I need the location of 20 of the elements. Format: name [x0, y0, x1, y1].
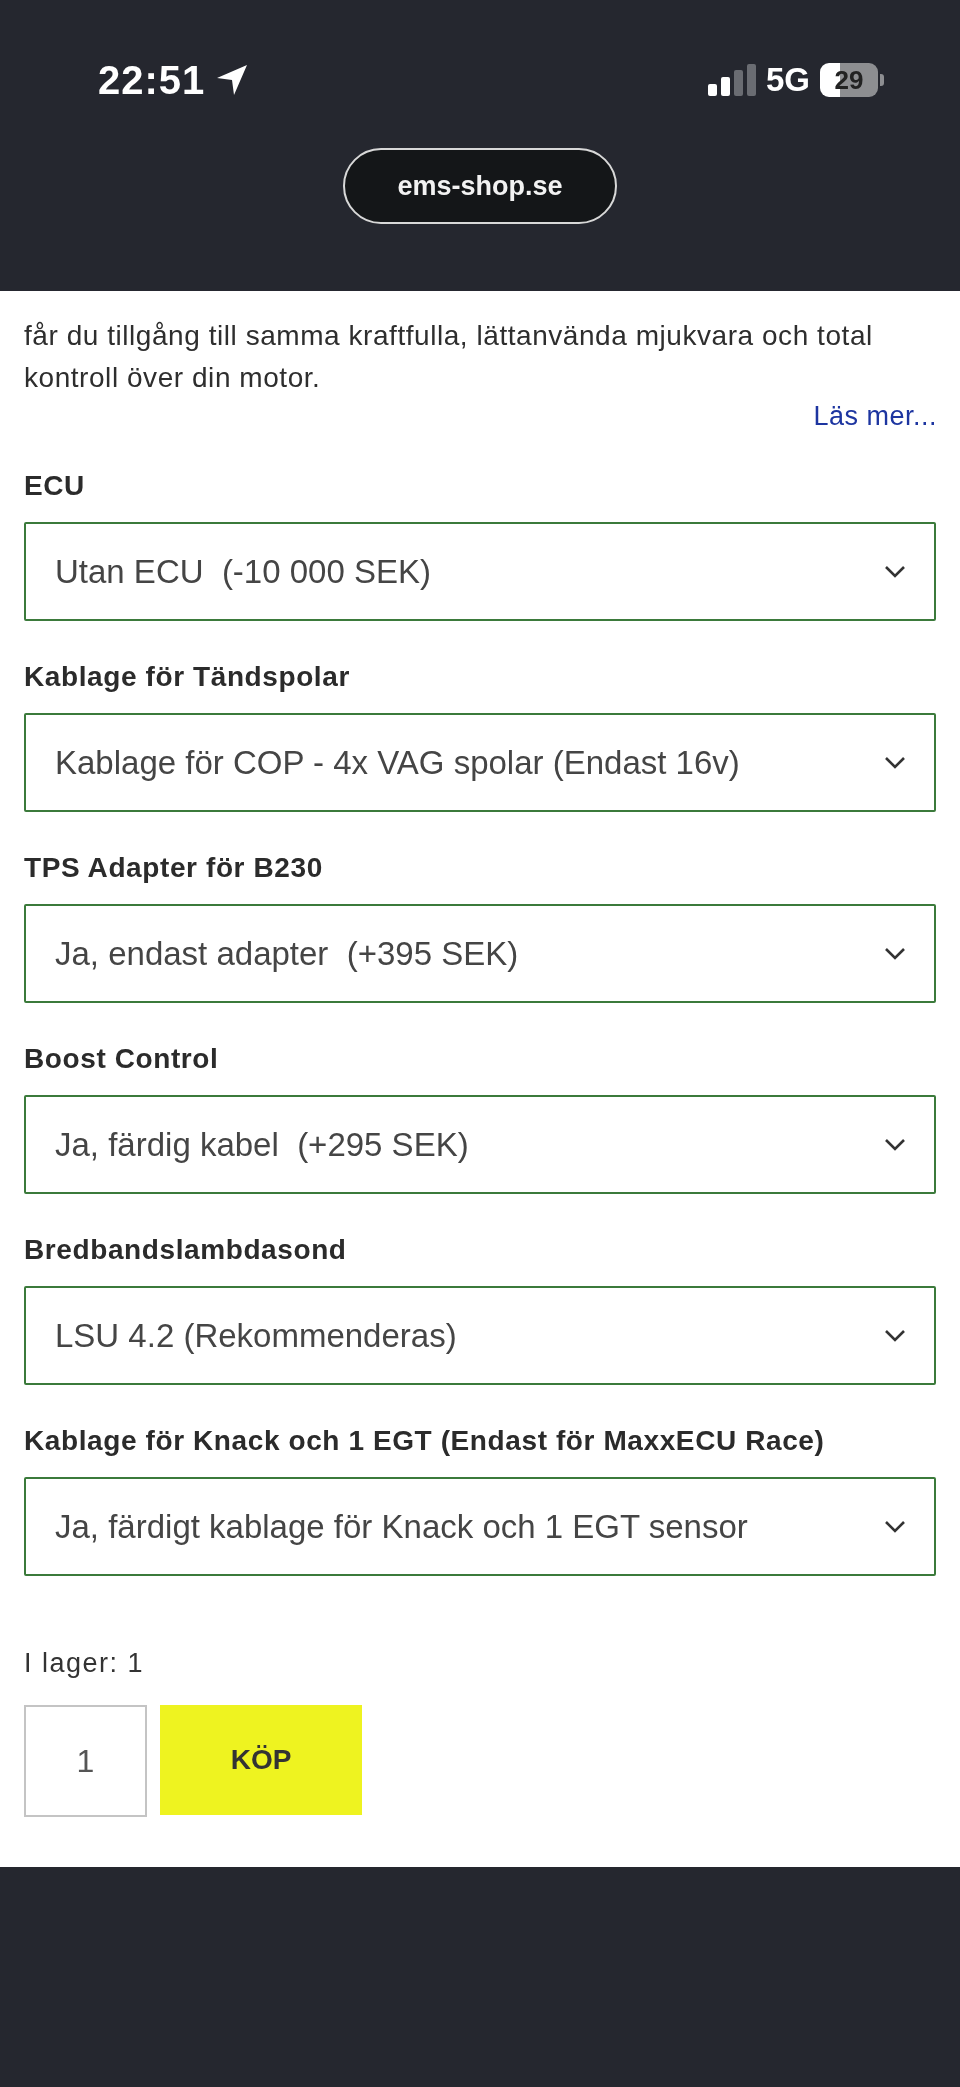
- read-more-link[interactable]: Läs mer...: [813, 401, 937, 432]
- dropdown[interactable]: Kablage för COP - 4x VAG spolar (Endast 16v): [24, 713, 936, 812]
- url-bar[interactable]: ems-shop.se: [343, 148, 617, 224]
- network-label: 5G: [765, 61, 810, 99]
- dropdown[interactable]: Ja, färdig kabel (+295 SEK): [24, 1095, 936, 1194]
- field-label: Kablage för Knack och 1 EGT (Endast för MaxxECU Race): [24, 1424, 826, 1458]
- field-label: ECU: [24, 469, 86, 503]
- field-label: Kablage för Tändspolar: [24, 660, 351, 694]
- field-label: Boost Control: [24, 1042, 220, 1076]
- clock-time: 22:51: [98, 57, 206, 103]
- dropdown[interactable]: Utan ECU (-10 000 SEK): [24, 522, 936, 621]
- dropdown[interactable]: Ja, endast adapter (+395 SEK): [24, 904, 936, 1003]
- description-text: får du tillgång till samma kraftfulla, lättanvända mjukvara och total kontroll över din motor.: [24, 319, 874, 395]
- field-label: Bredbandslambdasond: [24, 1233, 348, 1267]
- quantity-field[interactable]: 1: [24, 1705, 147, 1817]
- stock-label: I lager: 1: [24, 1648, 146, 1679]
- field-label: TPS Adapter för B230: [24, 851, 324, 885]
- dropdown[interactable]: Ja, färdigt kablage för Knack och 1 EGT sensor: [24, 1477, 936, 1576]
- dropdown[interactable]: LSU 4.2 (Rekommenderas): [24, 1286, 936, 1385]
- buy-button[interactable]: KÖP: [160, 1705, 362, 1815]
